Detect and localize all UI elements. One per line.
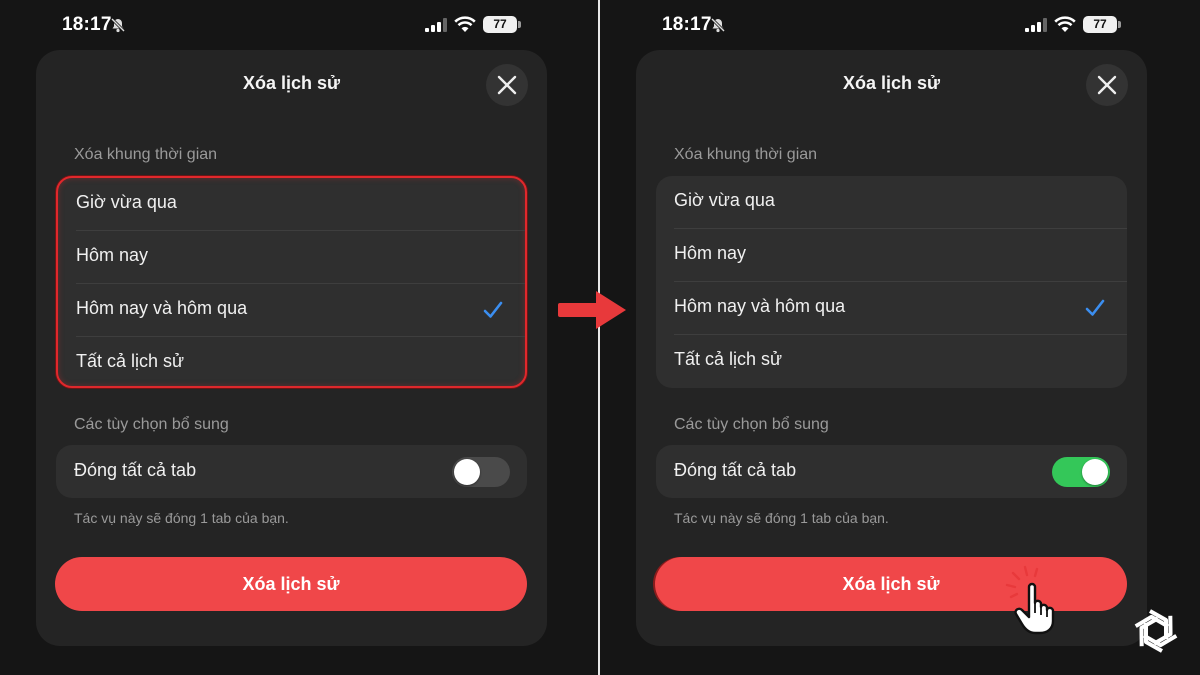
- signal-icon: [425, 18, 447, 32]
- status-time: 18:17: [662, 14, 712, 35]
- wifi-icon: [1054, 16, 1076, 32]
- timeframe-list: Giờ vừa qua Hôm nay Hôm nay và hôm qua T…: [56, 176, 527, 388]
- option-label: Tất cả lịch sử: [674, 349, 783, 369]
- battery-indicator: 77: [1083, 16, 1121, 33]
- timeframe-list: Giờ vừa qua Hôm nay Hôm nay và hôm qua T…: [656, 176, 1127, 388]
- option-label: Hôm nay và hôm qua: [674, 296, 846, 316]
- close-all-tabs-toggle[interactable]: [452, 457, 510, 487]
- close-tabs-note: Tác vụ này sẽ đóng 1 tab của bạn.: [674, 510, 889, 526]
- close-all-tabs-row: Đóng tất cả tab: [656, 445, 1127, 498]
- bell-slash-icon: [110, 17, 126, 33]
- options-section-label: Các tùy chọn bổ sung: [674, 416, 829, 433]
- battery-indicator: 77: [483, 16, 521, 33]
- checkmark-icon: [1085, 299, 1105, 316]
- signal-icon: [1025, 18, 1047, 32]
- arrow-right-icon: [558, 291, 626, 329]
- close-icon: [1097, 75, 1117, 95]
- timeframe-option-today-yesterday[interactable]: Hôm nay và hôm qua: [58, 284, 525, 337]
- timeframe-option-all-history[interactable]: Tất cả lịch sử: [656, 335, 1127, 388]
- timeframe-option-last-hour[interactable]: Giờ vừa qua: [656, 176, 1127, 229]
- timeframe-section-label: Xóa khung thời gian: [74, 146, 218, 163]
- hand-pointer-icon: [1005, 565, 1055, 635]
- wifi-icon: [454, 16, 476, 32]
- option-label: Hôm nay: [76, 245, 149, 265]
- close-all-tabs-toggle[interactable]: [1052, 457, 1110, 487]
- close-all-tabs-label: Đóng tất cả tab: [674, 460, 797, 480]
- sheet-title: Xóa lịch sử: [842, 73, 941, 93]
- timeframe-option-all-history[interactable]: Tất cả lịch sử: [58, 337, 525, 390]
- option-label: Tất cả lịch sử: [76, 351, 185, 371]
- option-label: Giờ vừa qua: [76, 192, 177, 212]
- close-all-tabs-row: Đóng tất cả tab: [56, 445, 527, 498]
- checkmark-icon: [483, 301, 503, 318]
- openai-logo: [1134, 609, 1178, 653]
- step-2-panel: 18:17 77 Xóa lịch sử Xóa khung thời gian: [600, 0, 1200, 675]
- timeframe-option-today[interactable]: Hôm nay: [58, 231, 525, 284]
- status-bar: 18:17 77: [660, 12, 1130, 38]
- timeframe-option-today[interactable]: Hôm nay: [656, 229, 1127, 282]
- option-label: Giờ vừa qua: [674, 190, 775, 210]
- sheet-title: Xóa lịch sử: [242, 73, 341, 93]
- bell-slash-icon: [710, 17, 726, 33]
- close-button[interactable]: [486, 64, 528, 106]
- status-time: 18:17: [62, 14, 112, 35]
- step-1-panel: 18:17 77 Xóa lịch sử Xóa khung thời gian: [0, 0, 600, 675]
- options-section-label: Các tùy chọn bổ sung: [74, 416, 229, 433]
- close-all-tabs-label: Đóng tất cả tab: [74, 460, 197, 480]
- status-bar: 18:17 77: [60, 12, 530, 38]
- option-label: Hôm nay: [674, 243, 747, 263]
- clear-history-button[interactable]: Xóa lịch sử: [55, 557, 527, 611]
- close-tabs-note: Tác vụ này sẽ đóng 1 tab của bạn.: [74, 510, 289, 526]
- timeframe-option-today-yesterday[interactable]: Hôm nay và hôm qua: [656, 282, 1127, 335]
- close-button[interactable]: [1086, 64, 1128, 106]
- option-label: Hôm nay và hôm qua: [76, 298, 248, 318]
- timeframe-section-label: Xóa khung thời gian: [674, 146, 818, 163]
- close-icon: [497, 75, 517, 95]
- timeframe-option-last-hour[interactable]: Giờ vừa qua: [58, 178, 525, 231]
